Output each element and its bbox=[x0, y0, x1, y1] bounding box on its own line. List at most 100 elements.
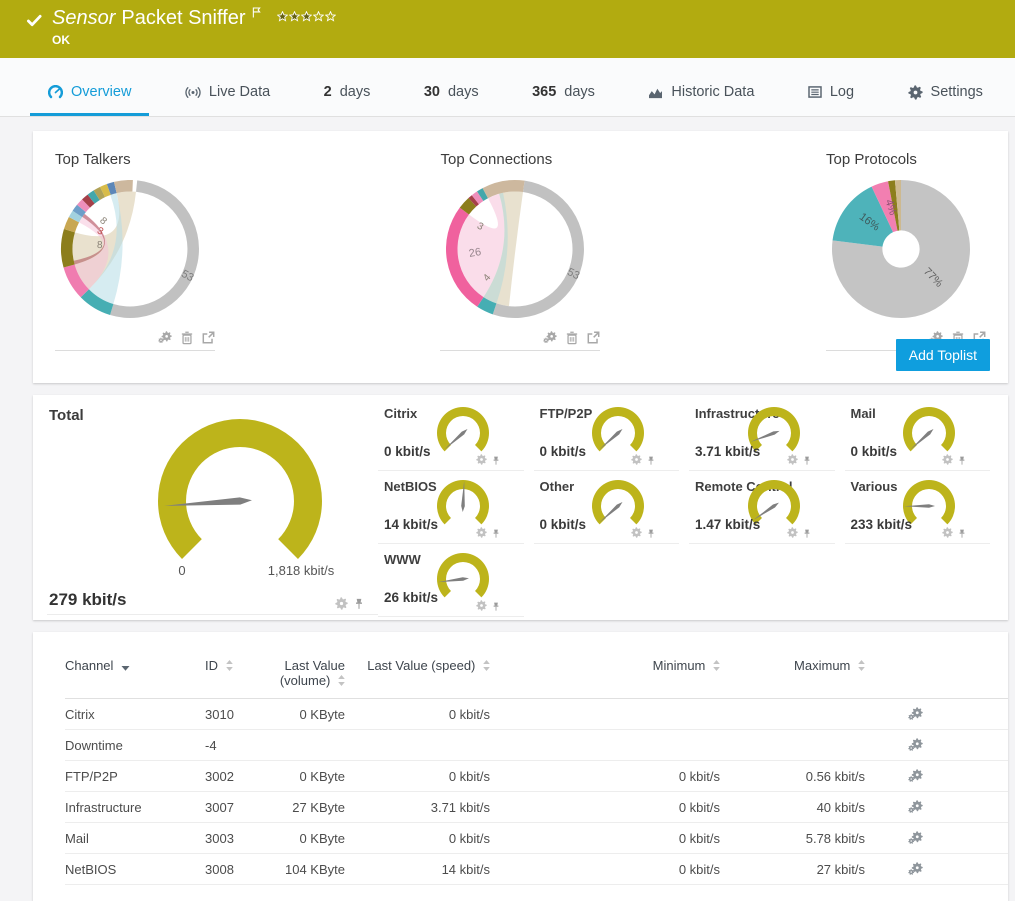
toplist-settings-icon[interactable] bbox=[543, 331, 557, 345]
star-filled-icon[interactable] bbox=[301, 9, 312, 27]
svg-text:1,818 kbit/s: 1,818 kbit/s bbox=[268, 563, 335, 578]
channel-settings-icon[interactable] bbox=[942, 527, 953, 538]
toplist-title: Top Connections bbox=[440, 151, 600, 168]
star-filled-icon[interactable] bbox=[277, 9, 288, 27]
row-settings-icon[interactable] bbox=[908, 831, 923, 844]
channel-pin-icon[interactable] bbox=[492, 602, 500, 611]
tab-historic-data[interactable]: Historic Data bbox=[630, 71, 772, 116]
star-filled-icon[interactable] bbox=[289, 9, 300, 27]
channel-value: 0 kbit/s bbox=[540, 444, 587, 459]
tab-label: days bbox=[340, 84, 371, 100]
row-settings-icon[interactable] bbox=[908, 707, 923, 720]
cell-speed: 0 kbit/s bbox=[345, 831, 490, 846]
channel-settings-icon[interactable] bbox=[476, 527, 487, 538]
toplist-open-icon[interactable] bbox=[202, 331, 215, 345]
top-connections-chart[interactable]: 263453 bbox=[440, 174, 600, 329]
cell-channel[interactable]: NetBIOS bbox=[65, 862, 205, 877]
star-empty-icon[interactable] bbox=[325, 9, 336, 27]
channel-settings-icon[interactable] bbox=[787, 527, 798, 538]
tab-2-days[interactable]: 2days bbox=[306, 71, 389, 116]
channel-settings-icon[interactable] bbox=[476, 454, 487, 465]
cell-channel[interactable]: Mail bbox=[65, 831, 205, 846]
table-row-mail: Mail 3003 0 KByte 0 kbit/s 0 kbit/s 5.78… bbox=[65, 823, 1008, 854]
cell-maximum: 40 kbit/s bbox=[720, 800, 865, 815]
tab-log[interactable]: Log bbox=[790, 71, 872, 116]
channel-settings-icon[interactable] bbox=[631, 454, 642, 465]
channel-pin-icon[interactable] bbox=[803, 456, 811, 465]
channel-settings-icon[interactable] bbox=[631, 527, 642, 538]
cell-channel[interactable]: Citrix bbox=[65, 707, 205, 722]
channel-value: 26 kbit/s bbox=[384, 590, 438, 605]
tab-365-days[interactable]: 365days bbox=[514, 71, 613, 116]
channel-pin-icon[interactable] bbox=[958, 529, 966, 538]
channel-settings-icon[interactable] bbox=[787, 454, 798, 465]
channel-value: 3.71 kbit/s bbox=[695, 444, 760, 459]
toplists-section: Top Talkers 83853 Top Connections 263453… bbox=[33, 131, 1008, 383]
cell-volume: 27 KByte bbox=[255, 800, 345, 815]
cell-id: 3008 bbox=[205, 862, 255, 877]
tab-label: Historic Data bbox=[671, 84, 754, 100]
top-talkers-chart[interactable]: 83853 bbox=[55, 174, 215, 329]
column-label: ID bbox=[205, 658, 233, 673]
channel-pin-icon[interactable] bbox=[647, 529, 655, 538]
channel-table-section: Channel ID Last Value (volume) Last Valu… bbox=[33, 632, 1008, 901]
tab-live-data[interactable]: Live Data bbox=[167, 71, 288, 116]
cell-id: 3002 bbox=[205, 769, 255, 784]
channel-settings-icon[interactable] bbox=[942, 454, 953, 465]
cell-speed: 3.71 kbit/s bbox=[345, 800, 490, 815]
table-body: Citrix 3010 0 KByte 0 kbit/s Downtime -4… bbox=[65, 699, 1008, 885]
column-label: Last Value (volume) bbox=[280, 658, 345, 688]
column-header-min[interactable]: Minimum bbox=[490, 658, 720, 673]
row-settings-icon[interactable] bbox=[908, 800, 923, 813]
row-settings-icon[interactable] bbox=[908, 862, 923, 875]
channel-settings-icon[interactable] bbox=[476, 600, 487, 611]
column-header-volume[interactable]: Last Value (volume) bbox=[255, 658, 345, 688]
channel-value: 0 kbit/s bbox=[384, 444, 431, 459]
toplist-delete-icon[interactable] bbox=[181, 331, 193, 345]
toplist-top-protocols: Top Protocols 77%16%4% bbox=[826, 151, 986, 351]
column-header-channel[interactable]: Channel bbox=[65, 658, 205, 673]
status-badge: OK bbox=[52, 33, 70, 47]
toplist-delete-icon[interactable] bbox=[566, 331, 578, 345]
column-header-id[interactable]: ID bbox=[205, 658, 255, 673]
star-empty-icon[interactable] bbox=[313, 9, 324, 27]
channel-pin-icon[interactable] bbox=[647, 456, 655, 465]
column-label: Maximum bbox=[794, 658, 865, 673]
sort-icon bbox=[334, 673, 345, 688]
sort-icon bbox=[709, 658, 720, 673]
channel-gauge-citrix: Citrix 0 kbit/s bbox=[378, 398, 524, 471]
channel-pin-icon[interactable] bbox=[803, 529, 811, 538]
table-row-citrix: Citrix 3010 0 KByte 0 kbit/s bbox=[65, 699, 1008, 730]
tab-overview[interactable]: Overview bbox=[30, 71, 149, 116]
channel-label: WWW bbox=[384, 552, 421, 567]
cell-channel[interactable]: FTP/P2P bbox=[65, 769, 205, 784]
tab-label: Live Data bbox=[209, 84, 270, 100]
sort-icon bbox=[222, 658, 233, 673]
priority-stars[interactable] bbox=[277, 9, 336, 27]
cell-channel[interactable]: Downtime bbox=[65, 738, 205, 753]
toplist-title: Top Talkers bbox=[55, 151, 215, 168]
channel-value: 0 kbit/s bbox=[540, 517, 587, 532]
column-header-max[interactable]: Maximum bbox=[720, 658, 865, 673]
toplist-settings-icon[interactable] bbox=[158, 331, 172, 345]
column-header-speed[interactable]: Last Value (speed) bbox=[345, 658, 490, 673]
top-protocols-chart[interactable]: 77%16%4% bbox=[826, 174, 986, 329]
total-settings-icon[interactable] bbox=[335, 597, 348, 610]
tab-30-days[interactable]: 30days bbox=[406, 71, 497, 116]
empty-gauge-cell bbox=[534, 544, 680, 617]
cell-id: 3007 bbox=[205, 800, 255, 815]
channel-pin-icon[interactable] bbox=[958, 456, 966, 465]
add-toplist-button[interactable]: Add Toplist bbox=[896, 339, 990, 371]
row-settings-icon[interactable] bbox=[908, 738, 923, 751]
toplist-open-icon[interactable] bbox=[587, 331, 600, 345]
tab-settings[interactable]: Settings bbox=[890, 71, 1001, 116]
total-pin-icon[interactable] bbox=[354, 598, 364, 610]
channel-value: 14 kbit/s bbox=[384, 517, 438, 532]
channel-pin-icon[interactable] bbox=[492, 456, 500, 465]
channel-gauge-infrastructure: Infrastructure 3.71 kbit/s bbox=[689, 398, 835, 471]
row-settings-icon[interactable] bbox=[908, 769, 923, 782]
cell-maximum: 0.56 kbit/s bbox=[720, 769, 865, 784]
cell-channel[interactable]: Infrastructure bbox=[65, 800, 205, 815]
channel-pin-icon[interactable] bbox=[492, 529, 500, 538]
flag-icon[interactable] bbox=[252, 5, 261, 23]
